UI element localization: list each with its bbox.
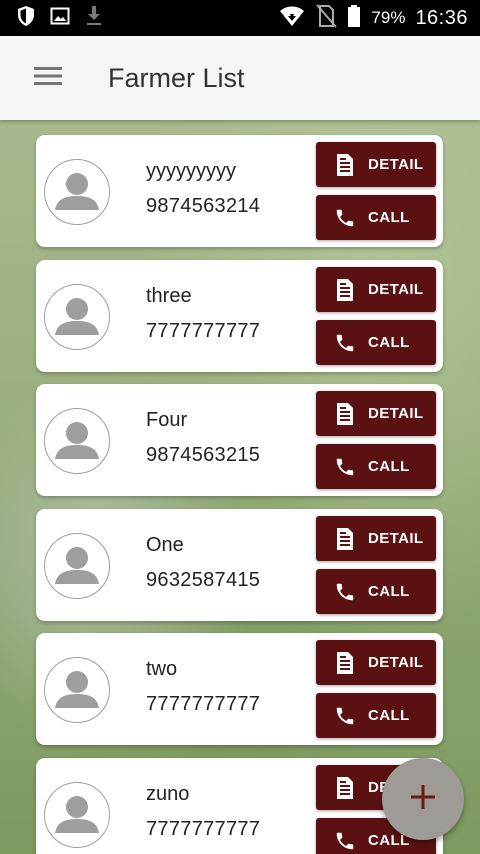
add-farmer-button[interactable] bbox=[382, 758, 464, 840]
farmer-phone: 7777777777 bbox=[146, 693, 261, 715]
avatar-placeholder-icon bbox=[44, 533, 110, 599]
farmer-card: yyyyyyyyy 9874563214 DETAIL CALL bbox=[36, 135, 443, 247]
farmer-phone: 9874563214 bbox=[146, 195, 261, 217]
call-label: CALL bbox=[368, 458, 410, 475]
image-icon bbox=[50, 6, 70, 31]
call-button[interactable]: CALL bbox=[316, 569, 436, 614]
avatar-placeholder-icon bbox=[44, 159, 110, 225]
call-label: CALL bbox=[368, 583, 410, 600]
call-label: CALL bbox=[368, 707, 410, 724]
farmer-name: yyyyyyyyy bbox=[146, 160, 236, 182]
document-icon bbox=[332, 152, 358, 178]
avatar-placeholder-icon bbox=[44, 284, 110, 350]
page-title: Farmer List bbox=[108, 62, 245, 93]
document-icon bbox=[332, 401, 358, 427]
farmer-name: One bbox=[146, 534, 184, 556]
farmer-card: One 9632587415 DETAIL CALL bbox=[36, 509, 443, 621]
phone-icon bbox=[332, 579, 358, 605]
document-icon bbox=[332, 775, 358, 801]
detail-button[interactable]: DETAIL bbox=[316, 267, 436, 312]
call-label: CALL bbox=[368, 334, 410, 351]
document-icon bbox=[332, 526, 358, 552]
hamburger-menu-icon bbox=[34, 66, 62, 91]
farmer-phone: 7777777777 bbox=[146, 320, 261, 342]
call-button[interactable]: CALL bbox=[316, 693, 436, 738]
plus-icon bbox=[409, 783, 437, 816]
call-button[interactable]: CALL bbox=[316, 195, 436, 240]
detail-label: DETAIL bbox=[368, 654, 424, 671]
farmer-card: two 7777777777 DETAIL CALL bbox=[36, 633, 443, 745]
battery-percent: 79% bbox=[371, 8, 406, 27]
farmer-card: three 7777777777 DETAIL CALL bbox=[36, 260, 443, 372]
call-button[interactable]: CALL bbox=[316, 444, 436, 489]
wifi-icon bbox=[279, 5, 305, 32]
call-label: CALL bbox=[368, 209, 410, 226]
download-icon bbox=[84, 4, 104, 33]
status-bar: 79% 16:36 bbox=[0, 0, 480, 36]
avatar-placeholder-icon bbox=[44, 782, 110, 848]
call-button[interactable]: CALL bbox=[316, 320, 436, 365]
clock: 16:36 bbox=[415, 6, 468, 29]
detail-label: DETAIL bbox=[368, 156, 424, 173]
phone-icon bbox=[332, 703, 358, 729]
phone-icon bbox=[332, 828, 358, 854]
phone-icon bbox=[332, 205, 358, 231]
farmer-name: zuno bbox=[146, 783, 190, 805]
avatar-placeholder-icon bbox=[44, 408, 110, 474]
detail-button[interactable]: DETAIL bbox=[316, 142, 436, 187]
shield-icon bbox=[16, 5, 36, 32]
app-bar: Farmer List bbox=[0, 36, 480, 120]
detail-button[interactable]: DETAIL bbox=[316, 391, 436, 436]
phone-icon bbox=[332, 330, 358, 356]
farmer-name: three bbox=[146, 285, 192, 307]
no-sim-icon bbox=[315, 3, 338, 33]
menu-button[interactable] bbox=[0, 36, 96, 120]
farmer-card: Four 9874563215 DETAIL CALL bbox=[36, 384, 443, 496]
detail-label: DETAIL bbox=[368, 281, 424, 298]
battery-icon bbox=[347, 4, 361, 33]
farmer-name: two bbox=[146, 658, 178, 680]
document-icon bbox=[332, 650, 358, 676]
farmer-list[interactable]: yyyyyyyyy 9874563214 DETAIL CALL three 7… bbox=[0, 120, 480, 854]
detail-label: DETAIL bbox=[368, 405, 424, 422]
farmer-phone: 9632587415 bbox=[146, 569, 261, 591]
avatar-placeholder-icon bbox=[44, 657, 110, 723]
farmer-phone: 9874563215 bbox=[146, 444, 261, 466]
farmer-phone: 7777777777 bbox=[146, 818, 261, 840]
detail-button[interactable]: DETAIL bbox=[316, 640, 436, 685]
phone-icon bbox=[332, 454, 358, 480]
detail-label: DETAIL bbox=[368, 530, 424, 547]
farmer-name: Four bbox=[146, 409, 188, 431]
detail-button[interactable]: DETAIL bbox=[316, 516, 436, 561]
document-icon bbox=[332, 277, 358, 303]
